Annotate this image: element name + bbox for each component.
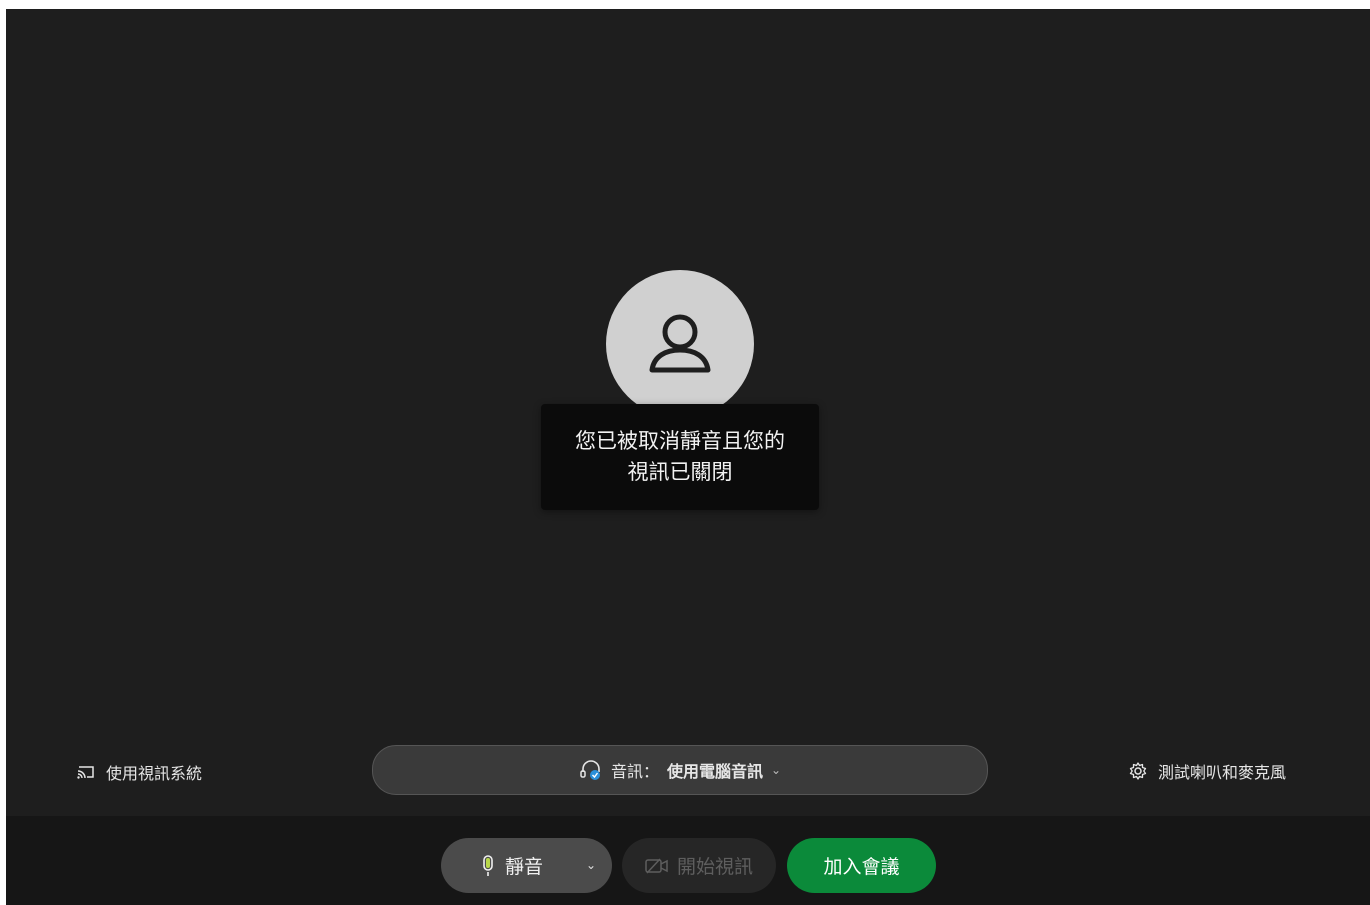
video-system-label: 使用視訊系統 [106,764,203,783]
cast-icon [77,766,94,779]
microphone-icon [483,854,493,876]
person-icon [649,314,711,373]
avatar [606,270,754,418]
start-video-label: 開始視訊 [676,856,753,878]
video-system-link[interactable]: 使用視訊系統 [76,760,202,784]
camera-off-icon [645,857,668,874]
audio-selector[interactable]: 音訊： 使用電腦音訊 ⌄ [372,745,988,795]
gear-icon [1129,762,1147,780]
window-top-edge [0,0,1370,9]
audio-label: 音訊： [610,762,659,781]
status-line-2: 視訊已關閉 [627,460,733,484]
start-video-button[interactable]: 開始視訊 [622,838,776,893]
status-tooltip: 您已被取消靜音且您的 視訊已關閉 [541,404,819,510]
join-meeting-button[interactable]: 加入會議 [787,838,936,893]
status-line-1: 您已被取消靜音且您的 [575,429,785,453]
mute-button[interactable]: 靜音 ⌄ [441,838,612,893]
chevron-down-icon: ⌄ [770,763,782,777]
mute-label: 靜音 [505,856,544,878]
chevron-down-icon[interactable]: ⌄ [578,852,604,878]
test-speaker-mic-label: 測試喇叭和麥克風 [1158,763,1287,782]
join-meeting-label: 加入會議 [823,856,900,878]
test-speaker-mic-link[interactable]: 測試喇叭和麥克風 [1128,759,1286,783]
headset-icon [580,760,600,780]
audio-value: 使用電腦音訊 [666,762,763,781]
